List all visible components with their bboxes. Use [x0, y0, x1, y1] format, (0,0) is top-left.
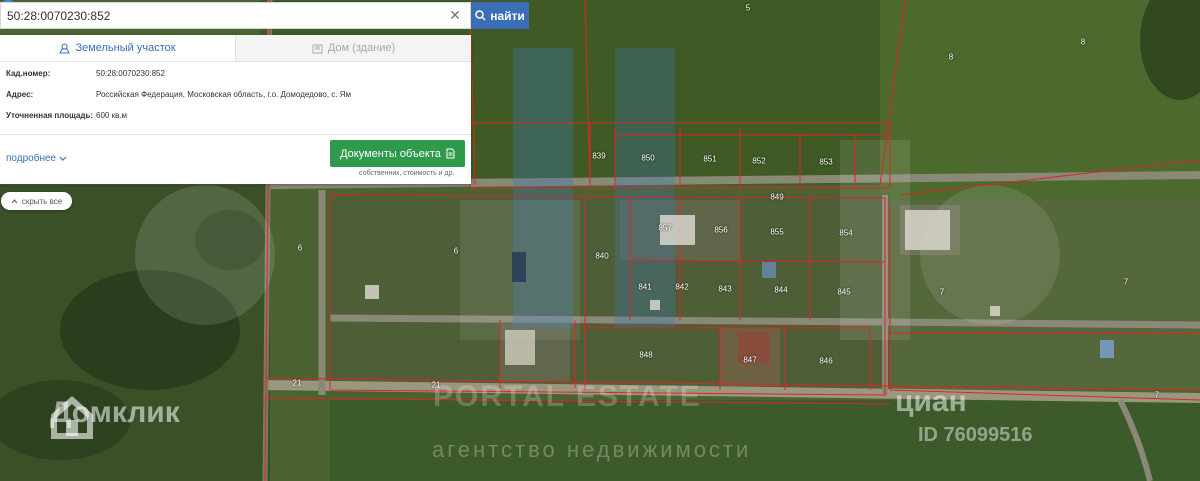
- tab-building-label: Дом (здание): [327, 42, 396, 54]
- more-details-label: подробнее: [6, 153, 57, 164]
- parcel-label[interactable]: 6: [454, 247, 458, 256]
- parcel-label[interactable]: 849: [770, 193, 783, 202]
- panel-footer: подробнее Документы объекта собственник,…: [0, 134, 471, 184]
- parcel-label[interactable]: 843: [718, 285, 731, 294]
- parcel-label[interactable]: 841: [638, 283, 651, 292]
- property-row-address: Адрес: Российская Федерация, Московская …: [6, 90, 465, 100]
- property-row-area: Уточненная площадь: 600 кв.м: [6, 111, 465, 121]
- parcel-label[interactable]: 856: [714, 226, 727, 235]
- parcel-label[interactable]: 853: [819, 158, 832, 167]
- property-key: Уточненная площадь:: [6, 111, 94, 120]
- parcel-label[interactable]: 7: [1124, 278, 1128, 287]
- chevron-up-icon: [11, 198, 18, 203]
- cian-watermark: циан: [895, 385, 967, 418]
- parcel-label[interactable]: 857: [658, 224, 671, 233]
- documents-hint: собственник, стоимость и др.: [359, 170, 455, 177]
- parcel-label[interactable]: 855: [770, 228, 783, 237]
- search-input[interactable]: [1, 3, 446, 28]
- object-info-panel: Земельный участок Дом (здание) Кад.номер…: [0, 35, 471, 184]
- hide-all-button[interactable]: скрыть все: [1, 192, 72, 210]
- land-plot-icon: [59, 43, 71, 53]
- parcel-label[interactable]: 847: [743, 356, 756, 365]
- parcel-label[interactable]: 840: [595, 252, 608, 261]
- search-icon: [475, 10, 486, 21]
- tab-building[interactable]: Дом (здание): [235, 35, 471, 61]
- object-tabs: Земельный участок Дом (здание): [0, 35, 471, 62]
- documents-button-label: Документы объекта: [340, 147, 441, 160]
- tab-land-plot-label: Земельный участок: [75, 42, 176, 54]
- tab-land-plot[interactable]: Земельный участок: [0, 35, 235, 61]
- search-button[interactable]: найти: [471, 2, 529, 29]
- portal-estate-watermark: PORTAL ESTATE: [433, 380, 702, 413]
- parcel-label[interactable]: 850: [641, 154, 654, 163]
- property-key: Адрес:: [6, 90, 34, 99]
- parcel-label[interactable]: 848: [639, 351, 652, 360]
- search-button-label: найти: [490, 8, 525, 23]
- property-value: Российская Федерация, Московская область…: [96, 90, 352, 99]
- parcel-label[interactable]: 845: [837, 288, 850, 297]
- parcel-label[interactable]: 21: [293, 379, 302, 388]
- more-details-link[interactable]: подробнее: [6, 153, 67, 164]
- parcel-label[interactable]: 5: [746, 4, 750, 13]
- parcel-label[interactable]: 846: [819, 357, 832, 366]
- property-key: Кад.номер:: [6, 69, 51, 78]
- parcel-label[interactable]: 7: [940, 288, 944, 297]
- parcel-label[interactable]: 844: [774, 286, 787, 295]
- parcel-label[interactable]: 851: [703, 155, 716, 164]
- hide-all-label: скрыть все: [21, 196, 63, 206]
- parcel-label[interactable]: 8: [949, 53, 953, 62]
- house-logo-icon: [51, 396, 93, 439]
- parcel-label[interactable]: 6: [298, 244, 302, 253]
- cian-id-watermark: ID 76099516: [918, 424, 1033, 446]
- parcel-label[interactable]: 842: [675, 283, 688, 292]
- close-icon[interactable]: ✕: [446, 7, 464, 25]
- object-documents-button[interactable]: Документы объекта: [330, 140, 465, 167]
- parcel-label[interactable]: 8: [1081, 38, 1085, 47]
- parcel-label[interactable]: 839: [592, 152, 605, 161]
- property-value: 600 кв.м: [96, 111, 128, 120]
- property-row-cadastral: Кад.номер: 50:28:0070230:852: [6, 69, 465, 79]
- object-properties: Кад.номер: 50:28:0070230:852 Адрес: Росс…: [0, 62, 471, 121]
- building-icon: [312, 44, 323, 53]
- domclick-watermark: Домклик: [50, 396, 180, 439]
- agency-watermark: агентство недвижимости: [432, 437, 752, 462]
- chevron-down-icon: [59, 156, 67, 161]
- parcel-label[interactable]: 7: [1155, 391, 1159, 400]
- property-value: 50:28:0070230:852: [96, 69, 165, 78]
- parcel-label[interactable]: 854: [839, 229, 852, 238]
- parcel-label[interactable]: 852: [752, 157, 765, 166]
- document-icon: [446, 148, 455, 159]
- search-box: ✕: [0, 2, 471, 29]
